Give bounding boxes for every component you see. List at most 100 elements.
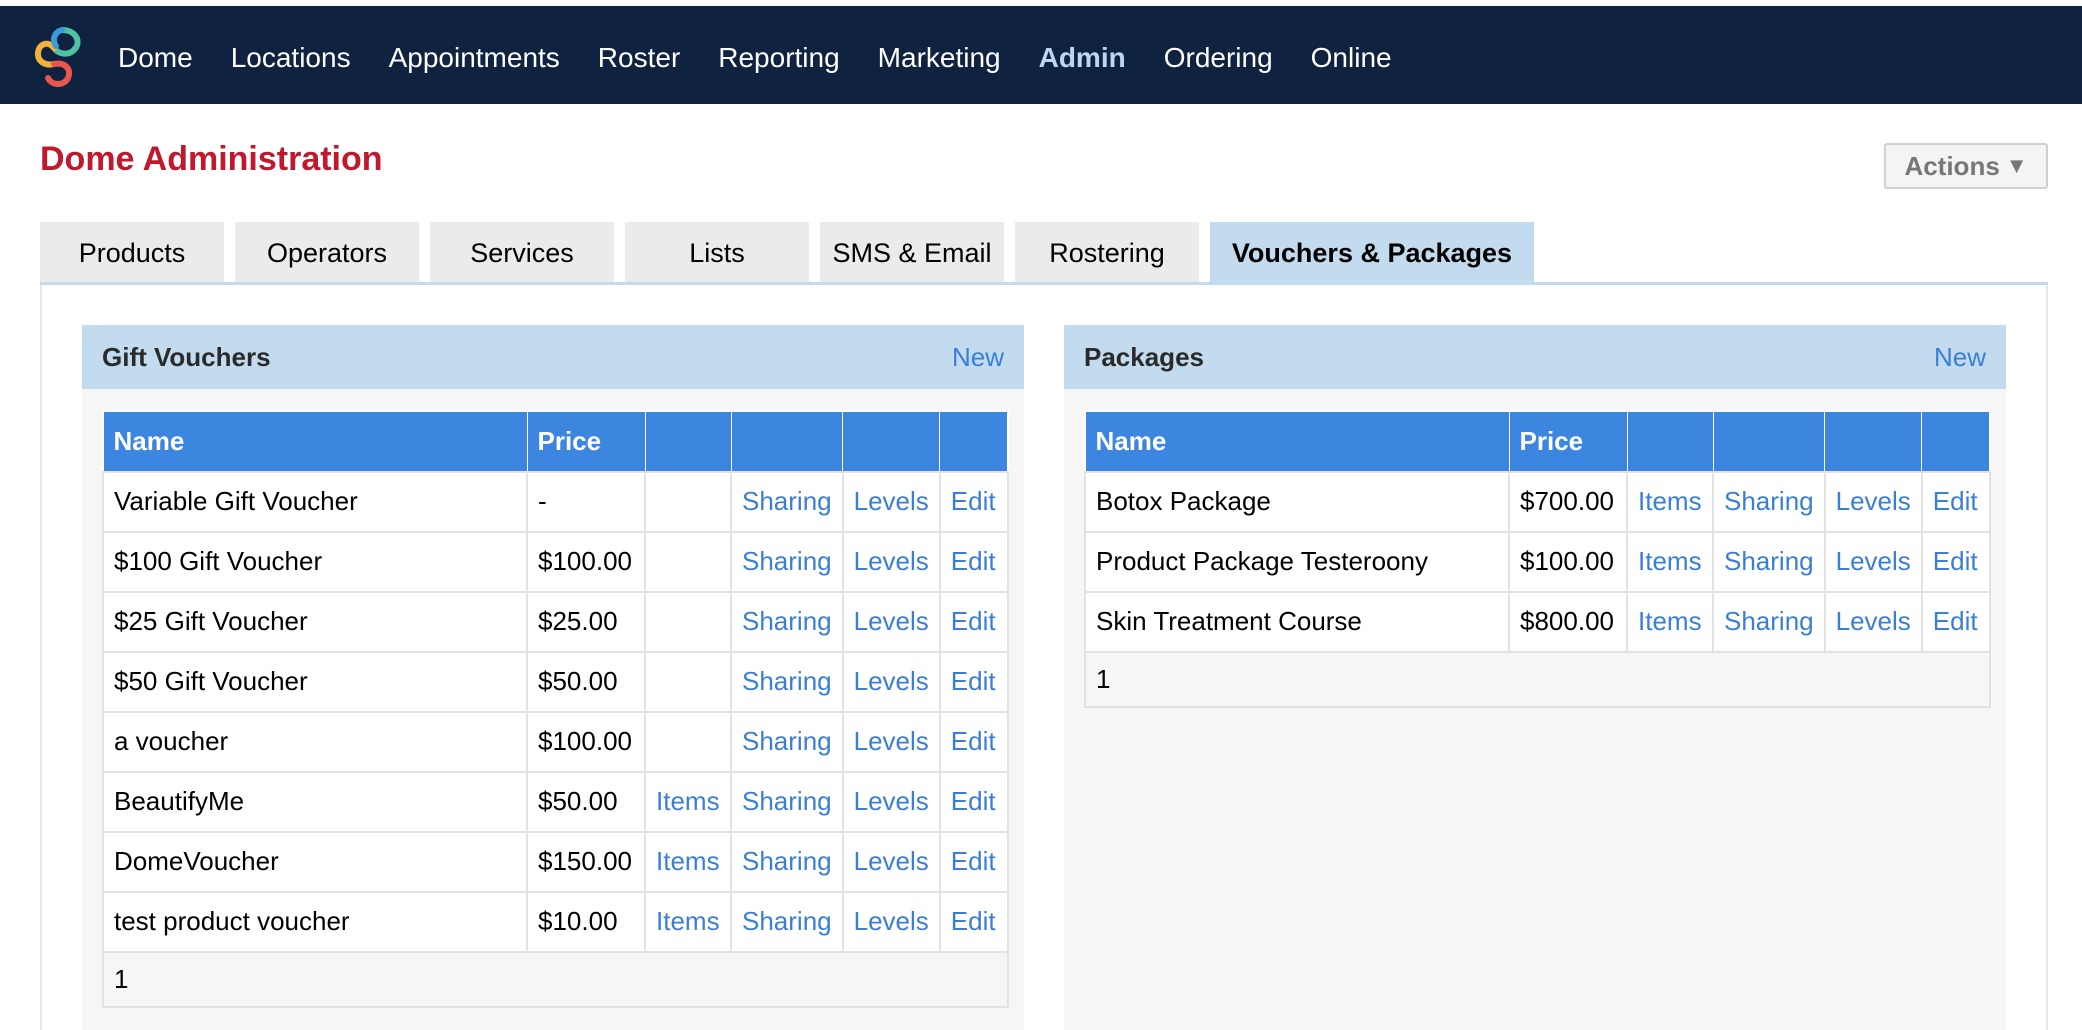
items-link (644, 470, 732, 533)
sharing-link[interactable]: Sharing (730, 710, 844, 773)
admin-tabs: Products Operators Services Lists SMS & … (40, 222, 1545, 284)
levels-link[interactable]: Levels (1823, 590, 1923, 653)
table-header-row: Name Price (102, 411, 1009, 472)
tab-rostering[interactable]: Rostering (1015, 222, 1199, 284)
items-link (644, 650, 732, 713)
edit-link[interactable]: Edit (938, 650, 1009, 713)
tab-services[interactable]: Services (430, 222, 614, 284)
edit-link[interactable]: Edit (938, 830, 1009, 893)
caret-down-icon: ▼ (2005, 153, 2028, 178)
nav-admin[interactable]: Admin (1039, 42, 1126, 74)
package-name: Botox Package (1084, 470, 1510, 533)
levels-link[interactable]: Levels (841, 770, 941, 833)
actions-dropdown-button[interactable]: Actions ▼ (1884, 143, 2048, 189)
sharing-link[interactable]: Sharing (1712, 590, 1826, 653)
column-header-edit (1921, 411, 1991, 472)
tab-products[interactable]: Products (40, 222, 224, 284)
nav-appointments[interactable]: Appointments (389, 42, 560, 74)
tab-vouchers-packages[interactable]: Vouchers & Packages (1210, 222, 1534, 284)
table-row: DomeVoucher $150.00 Items Sharing Levels… (102, 830, 1009, 893)
sharing-link[interactable]: Sharing (730, 890, 844, 953)
new-package-link[interactable]: New (1934, 342, 1986, 373)
edit-link[interactable]: Edit (938, 890, 1009, 953)
edit-link[interactable]: Edit (938, 770, 1009, 833)
dome-logo-icon[interactable] (32, 26, 84, 90)
column-header-levels (1824, 411, 1923, 472)
voucher-price: $10.00 (526, 890, 646, 953)
tab-sms-email[interactable]: SMS & Email (820, 222, 1004, 284)
new-gift-voucher-link[interactable]: New (952, 342, 1004, 373)
voucher-name: $100 Gift Voucher (102, 530, 528, 593)
column-header-sharing (1712, 411, 1826, 472)
sharing-link[interactable]: Sharing (730, 650, 844, 713)
edit-link[interactable]: Edit (1920, 470, 1991, 533)
table-row: a voucher $100.00 Sharing Levels Edit (102, 710, 1009, 773)
items-link (644, 710, 732, 773)
page-number[interactable]: 1 (102, 950, 1009, 1008)
tab-lists[interactable]: Lists (625, 222, 809, 284)
pagination-row: 1 (1084, 650, 1991, 708)
voucher-name: a voucher (102, 710, 528, 773)
voucher-name: DomeVoucher (102, 830, 528, 893)
table-header-row: Name Price (1084, 411, 1991, 472)
nav-reporting[interactable]: Reporting (718, 42, 839, 74)
edit-link[interactable]: Edit (938, 530, 1009, 593)
page-number[interactable]: 1 (1084, 650, 1991, 708)
column-header-sharing (730, 411, 844, 472)
voucher-name: $50 Gift Voucher (102, 650, 528, 713)
items-link[interactable]: Items (1626, 470, 1714, 533)
levels-link[interactable]: Levels (841, 650, 941, 713)
table-row: Variable Gift Voucher - Sharing Levels E… (102, 470, 1009, 533)
items-link (644, 590, 732, 653)
tab-operators[interactable]: Operators (235, 222, 419, 284)
sharing-link[interactable]: Sharing (1712, 530, 1826, 593)
nav-marketing[interactable]: Marketing (878, 42, 1001, 74)
column-header-price: Price (1508, 411, 1628, 472)
column-header-items (1626, 411, 1714, 472)
table-row: test product voucher $10.00 Items Sharin… (102, 890, 1009, 953)
package-price: $700.00 (1508, 470, 1628, 533)
package-name: Skin Treatment Course (1084, 590, 1510, 653)
gift-vouchers-header: Gift Vouchers New (82, 325, 1024, 389)
voucher-price: - (526, 470, 646, 533)
column-header-name: Name (1084, 411, 1510, 472)
levels-link[interactable]: Levels (841, 830, 941, 893)
levels-link[interactable]: Levels (841, 590, 941, 653)
items-link[interactable]: Items (644, 830, 732, 893)
sharing-link[interactable]: Sharing (730, 770, 844, 833)
package-price: $800.00 (1508, 590, 1628, 653)
sharing-link[interactable]: Sharing (730, 470, 844, 533)
gift-vouchers-table: Name Price Variable Gift Voucher - Shari… (102, 411, 1009, 1008)
edit-link[interactable]: Edit (938, 470, 1009, 533)
packages-header: Packages New (1064, 325, 2006, 389)
sharing-link[interactable]: Sharing (730, 590, 844, 653)
sharing-link[interactable]: Sharing (730, 530, 844, 593)
levels-link[interactable]: Levels (1823, 470, 1923, 533)
levels-link[interactable]: Levels (841, 890, 941, 953)
table-row: $50 Gift Voucher $50.00 Sharing Levels E… (102, 650, 1009, 713)
levels-link[interactable]: Levels (841, 710, 941, 773)
items-link[interactable]: Items (1626, 530, 1714, 593)
levels-link[interactable]: Levels (841, 470, 941, 533)
column-header-items (644, 411, 732, 472)
sharing-link[interactable]: Sharing (730, 830, 844, 893)
sharing-link[interactable]: Sharing (1712, 470, 1826, 533)
nav-online[interactable]: Online (1311, 42, 1392, 74)
items-link[interactable]: Items (644, 770, 732, 833)
items-link[interactable]: Items (644, 890, 732, 953)
items-link[interactable]: Items (1626, 590, 1714, 653)
nav-ordering[interactable]: Ordering (1164, 42, 1273, 74)
edit-link[interactable]: Edit (938, 590, 1009, 653)
levels-link[interactable]: Levels (1823, 530, 1923, 593)
levels-link[interactable]: Levels (841, 530, 941, 593)
column-header-levels (842, 411, 941, 472)
edit-link[interactable]: Edit (1920, 590, 1991, 653)
package-name: Product Package Testeroony (1084, 530, 1510, 593)
nav-locations[interactable]: Locations (231, 42, 351, 74)
voucher-price: $50.00 (526, 770, 646, 833)
edit-link[interactable]: Edit (1920, 530, 1991, 593)
nav-dome[interactable]: Dome (118, 42, 193, 74)
edit-link[interactable]: Edit (938, 710, 1009, 773)
nav-roster[interactable]: Roster (598, 42, 680, 74)
main-nav: Dome Locations Appointments Roster Repor… (118, 6, 1430, 110)
